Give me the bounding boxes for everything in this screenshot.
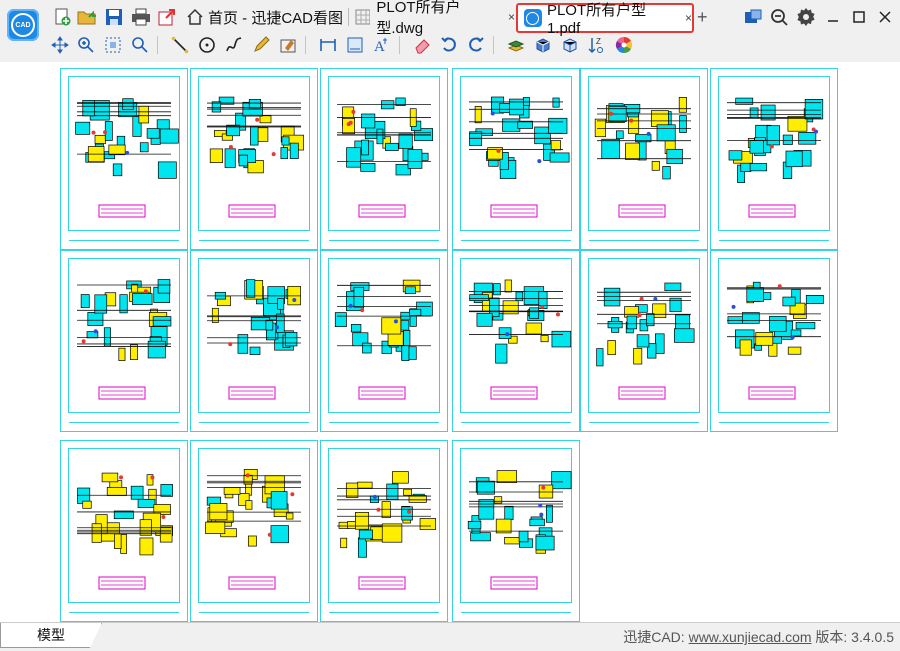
cloud-markup-icon[interactable] (278, 35, 298, 55)
plan-sheet (320, 250, 448, 432)
zoom-extents-icon[interactable] (130, 35, 150, 55)
plan-sheet (580, 68, 708, 250)
plan-sheet (452, 68, 580, 250)
svg-text:A: A (374, 39, 385, 54)
polyline-icon[interactable] (224, 35, 244, 55)
tab-dwg[interactable]: PLOT所有户型.dwg × (355, 0, 515, 37)
plan-sheet (60, 250, 188, 432)
plan-sheet (580, 250, 708, 432)
maximize-icon[interactable] (848, 6, 870, 28)
floor-plan-drawing (77, 472, 173, 590)
minimize-icon[interactable] (822, 6, 844, 28)
app-logo-icon[interactable]: CAD (7, 9, 39, 41)
area-measure-icon[interactable] (345, 35, 365, 55)
zoom-in-icon[interactable] (76, 35, 96, 55)
circle-icon[interactable] (197, 35, 217, 55)
floor-plan-drawing (727, 281, 824, 400)
toolbar-divider (157, 36, 158, 54)
plan-sheet (60, 440, 188, 622)
sort-az-icon[interactable]: Z (587, 35, 607, 55)
plan-sheet (190, 250, 318, 432)
zoom-out-icon[interactable] (768, 6, 790, 28)
floor-plan-drawing (594, 97, 691, 218)
export-icon[interactable] (157, 6, 179, 28)
plan-sheet (320, 68, 448, 250)
text-icon[interactable]: A (372, 35, 392, 55)
floor-plan-drawing (469, 279, 572, 400)
undo-icon[interactable] (439, 35, 459, 55)
plan-sheet (190, 440, 318, 622)
plan-sheet (452, 440, 580, 622)
eraser-icon[interactable] (412, 35, 432, 55)
cad-logo-icon (524, 9, 542, 27)
floor-plan-drawing (77, 279, 172, 400)
close-window-icon[interactable] (874, 6, 896, 28)
zoom-window-icon[interactable] (103, 35, 123, 55)
svg-text:Z: Z (596, 37, 601, 46)
tab-divider (348, 8, 349, 26)
home-icon (187, 8, 203, 25)
floor-plan-drawing (207, 279, 301, 400)
line-icon[interactable] (170, 35, 190, 55)
plan-sheet (320, 440, 448, 622)
toolbar-divider (399, 36, 400, 54)
floor-plan-drawing (205, 468, 301, 590)
save-icon[interactable] (103, 6, 125, 28)
floor-plan-drawing (727, 97, 824, 218)
floor-plan-drawing (337, 471, 437, 590)
floor-plan-drawing (469, 96, 570, 218)
plan-sheet (710, 68, 838, 250)
tab-pdf-active[interactable]: PLOT所有户型1.pdf × (516, 2, 694, 37)
skin-icon[interactable] (742, 6, 764, 28)
toolbar-divider (493, 36, 494, 54)
floor-plan-drawing (467, 470, 572, 590)
plan-sheet (190, 68, 318, 250)
pan-icon[interactable] (50, 35, 70, 55)
print-icon[interactable] (130, 6, 152, 28)
website-link[interactable]: www.xunjiecad.com (689, 629, 812, 645)
tab-home[interactable]: 首页 - 迅捷CAD看图 (186, 4, 346, 30)
plan-sheet (710, 250, 838, 432)
3d-view-icon[interactable] (560, 35, 580, 55)
drawing-canvas[interactable] (0, 62, 900, 622)
plan-sheet (452, 250, 580, 432)
status-bar: 模型 迅捷CAD: www.xunjiecad.com 版本: 3.4.0.5 (0, 622, 900, 651)
plan-sheet (60, 68, 188, 250)
new-file-icon[interactable] (51, 6, 73, 28)
redo-icon[interactable] (466, 35, 486, 55)
title-bar: CAD 首页 - 迅捷CAD看图 PLOT所有户型.dwg × PLOT所有户型… (0, 0, 900, 63)
color-wheel-icon[interactable] (614, 35, 634, 55)
new-tab-button[interactable]: + (697, 4, 713, 30)
pencil-icon[interactable] (251, 35, 271, 55)
close-tab-pdf-icon[interactable]: × (685, 11, 692, 25)
floor-plan-drawing (596, 282, 695, 400)
layers-icon[interactable] (506, 35, 526, 55)
settings-gear-icon[interactable] (795, 6, 817, 28)
floor-plan-drawing (337, 97, 433, 218)
floor-plan-drawing (334, 279, 433, 400)
3d-box-icon[interactable] (533, 35, 553, 55)
version-info: 迅捷CAD: www.xunjiecad.com 版本: 3.4.0.5 (623, 629, 894, 645)
floor-plan-drawing (75, 98, 179, 218)
dimension-icon[interactable] (318, 35, 338, 55)
floor-plan-drawing (207, 96, 304, 218)
grid-file-icon (355, 9, 371, 25)
close-tab-dwg-icon[interactable]: × (508, 10, 515, 24)
toolbar-divider (305, 36, 306, 54)
open-folder-icon[interactable] (76, 6, 98, 28)
model-tab[interactable]: 模型 (0, 623, 102, 648)
